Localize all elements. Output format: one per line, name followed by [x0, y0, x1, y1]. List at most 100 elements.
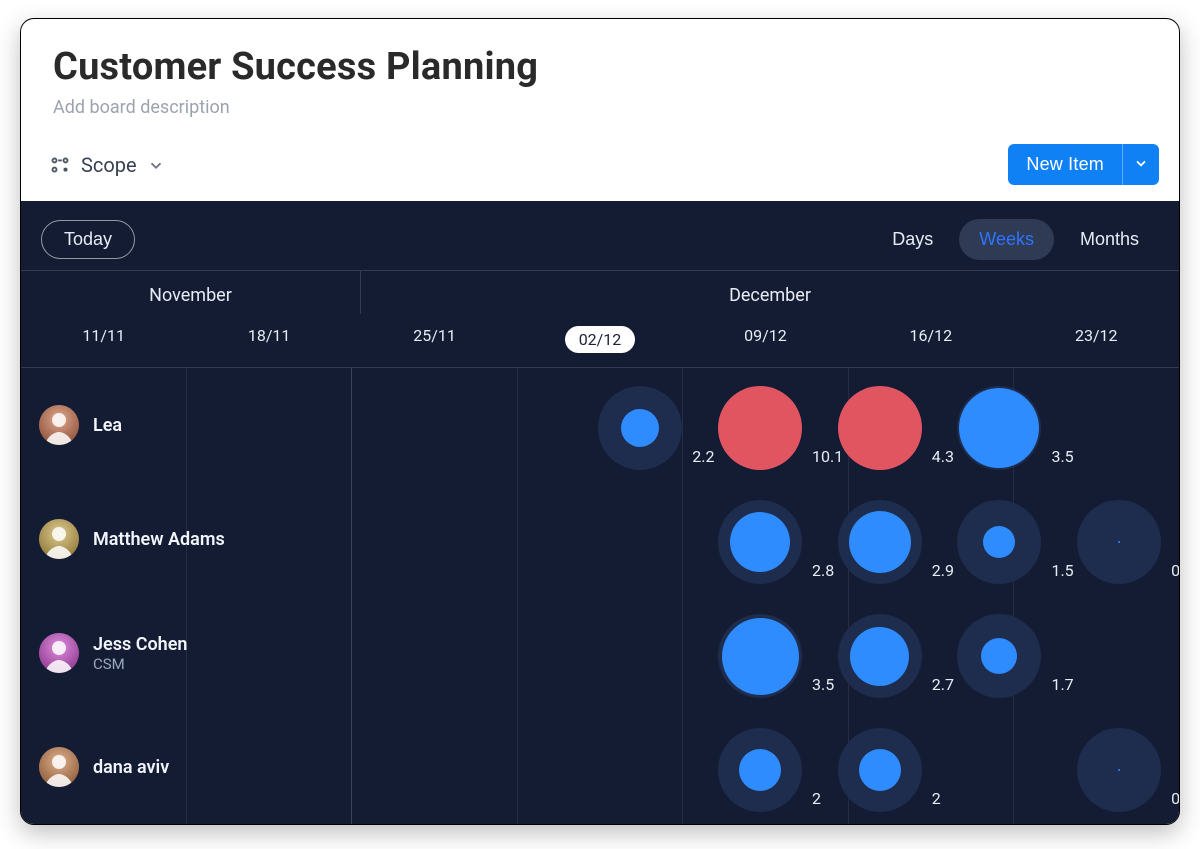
workload-cell	[341, 600, 461, 706]
workload-cell	[341, 714, 461, 820]
board-toolbar: Scope New Item	[21, 128, 1179, 201]
person-cells: 22 0	[341, 714, 1179, 820]
workload-cell[interactable]: 3.5	[940, 372, 1060, 478]
dates-row: 11/1118/1125/11 02/12 09/1216/1223/12	[21, 314, 1179, 367]
scope-icon	[49, 154, 71, 176]
date-cell[interactable]: 25/11	[352, 314, 517, 367]
person-name: Jess Cohen	[93, 634, 187, 655]
workload-cell[interactable]: 2.8	[700, 486, 820, 592]
workload-cell	[580, 486, 700, 592]
person-text: dana aviv	[93, 757, 169, 778]
person-name: Lea	[93, 415, 122, 436]
workload-cell[interactable]: 2	[700, 714, 820, 820]
board-title: Customer Success Planning	[53, 45, 1151, 89]
person-cell[interactable]: Lea	[21, 387, 341, 463]
range-tab-months[interactable]: Months	[1060, 219, 1159, 260]
workload-cell	[461, 372, 581, 478]
workload-dot	[959, 388, 1039, 468]
scope-selector[interactable]: Scope	[49, 153, 165, 177]
person-cells: 3.5 2.71.7	[341, 600, 1179, 706]
range-tabs: Days Weeks Months	[872, 219, 1159, 260]
workload-dot	[621, 409, 659, 447]
person-name: Matthew Adams	[93, 529, 225, 550]
avatar	[39, 519, 79, 559]
workload-dot	[722, 618, 799, 695]
month-label-right: December	[361, 271, 1179, 314]
new-item-group: New Item	[1008, 144, 1159, 185]
date-cell[interactable]: 18/11	[186, 314, 351, 367]
date-cell[interactable]: 02/12	[517, 314, 682, 367]
range-tab-weeks[interactable]: Weeks	[959, 219, 1054, 260]
person-name: dana aviv	[93, 757, 169, 778]
avatar	[39, 747, 79, 787]
person-row: Lea 2.210.14.3 3.5	[21, 368, 1179, 482]
workload-bubble: 3.5	[957, 386, 1041, 470]
workload-cell[interactable]: 2.7	[820, 600, 940, 706]
workload-cell[interactable]: 1.5	[940, 486, 1060, 592]
workload-cell[interactable]: 10.1	[700, 372, 820, 478]
avatar	[39, 405, 79, 445]
person-row: Jess CohenCSM 3.5 2.71.7	[21, 596, 1179, 710]
board-header: Customer Success Planning Add board desc…	[21, 19, 1179, 128]
person-cell[interactable]: Jess CohenCSM	[21, 615, 341, 691]
today-button[interactable]: Today	[41, 220, 135, 259]
person-text: Lea	[93, 415, 122, 436]
date-cell[interactable]: 11/11	[21, 314, 186, 367]
workload-bubble: 0.2	[1077, 500, 1161, 584]
workload-cell	[1059, 600, 1179, 706]
workload-bubble: 2.2	[598, 386, 682, 470]
date-cell[interactable]: 09/12	[683, 314, 848, 367]
workload-cell[interactable]: 2	[820, 714, 940, 820]
workload-bubble: 2	[718, 728, 802, 812]
month-row: November December	[21, 271, 1179, 314]
workload-cell	[461, 486, 581, 592]
month-label-left: November	[21, 271, 361, 314]
range-tab-days[interactable]: Days	[872, 219, 953, 260]
workload-cell	[461, 600, 581, 706]
workload-planner: Today Days Weeks Months November Decembe…	[21, 201, 1179, 824]
workload-cell[interactable]: 0.2	[1059, 486, 1179, 592]
planner-topbar: Today Days Weeks Months	[21, 201, 1179, 270]
workload-bubble: 1.5	[957, 500, 1041, 584]
chevron-down-icon	[1133, 155, 1149, 174]
workload-dot	[981, 638, 1017, 674]
workload-dot	[739, 749, 781, 791]
date-pill-selected: 02/12	[565, 326, 636, 353]
workload-dot	[859, 749, 901, 791]
person-row: dana aviv 22 0	[21, 710, 1179, 824]
workload-value: 0	[1171, 789, 1180, 808]
date-cell[interactable]: 16/12	[848, 314, 1013, 367]
workload-cell[interactable]: 2.9	[820, 486, 940, 592]
workload-cell[interactable]: 1.7	[940, 600, 1060, 706]
workload-dot	[1118, 541, 1120, 543]
workload-dot	[849, 511, 911, 573]
date-cell[interactable]: 23/12	[1014, 314, 1179, 367]
workload-bubble: 2	[838, 728, 922, 812]
person-text: Matthew Adams	[93, 529, 225, 550]
workload-cell	[341, 372, 461, 478]
workload-dot	[730, 512, 790, 572]
person-cell[interactable]: Matthew Adams	[21, 501, 341, 577]
workload-cell	[341, 486, 461, 592]
new-item-button[interactable]: New Item	[1008, 144, 1122, 185]
person-cells: 2.82.91.5 0.2	[341, 486, 1179, 592]
board-description-placeholder[interactable]: Add board description	[53, 97, 1151, 118]
new-item-dropdown-button[interactable]	[1122, 144, 1159, 185]
workload-cell	[580, 600, 700, 706]
workload-cell[interactable]: 2.2	[580, 372, 700, 478]
person-row: Matthew Adams 2.82.91.5 0.2	[21, 482, 1179, 596]
workload-cell	[940, 714, 1060, 820]
scope-label: Scope	[81, 153, 137, 177]
workload-dot	[838, 386, 922, 470]
workload-cell[interactable]: 4.3	[820, 372, 940, 478]
workload-cell[interactable]: 3.5	[700, 600, 820, 706]
person-cell[interactable]: dana aviv	[21, 729, 341, 805]
workload-cell	[580, 714, 700, 820]
person-subtitle: CSM	[93, 655, 187, 673]
workload-bubble: 2.7	[838, 614, 922, 698]
workload-cell[interactable]: 0	[1059, 714, 1179, 820]
workload-bubble: 3.5	[718, 614, 802, 698]
person-cells: 2.210.14.3 3.5	[341, 372, 1179, 478]
workload-cell	[461, 714, 581, 820]
workload-bubble: 4.3	[838, 386, 922, 470]
